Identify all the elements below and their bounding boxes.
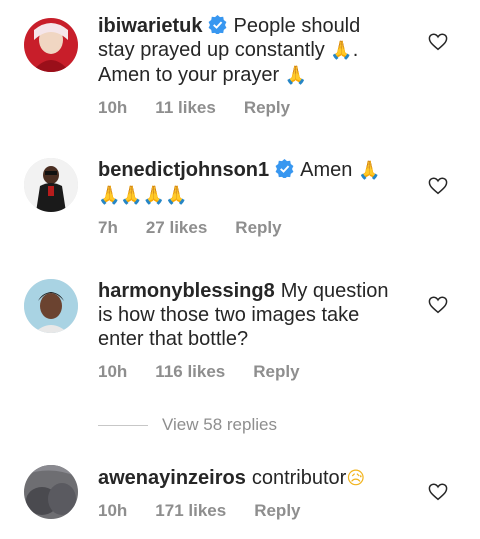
comment-meta: 10h 11 likes Reply bbox=[98, 98, 318, 118]
pray-emoji: 🙏 bbox=[330, 40, 353, 61]
avatar[interactable] bbox=[24, 465, 78, 519]
view-replies-label: View 58 replies bbox=[162, 415, 277, 434]
comment-meta: 10h 171 likes Reply bbox=[98, 501, 329, 521]
heart-outline-icon[interactable] bbox=[428, 483, 448, 501]
verified-badge-icon bbox=[275, 159, 294, 179]
pray-emoji: 🙏 bbox=[284, 65, 308, 86]
timestamp: 10h bbox=[98, 98, 128, 117]
replies-divider bbox=[98, 424, 148, 426]
reply-button[interactable]: Reply bbox=[244, 98, 290, 118]
reply-button[interactable]: Reply bbox=[254, 501, 300, 521]
avatar[interactable] bbox=[24, 18, 78, 72]
likes-count[interactable]: 11 likes bbox=[155, 98, 216, 118]
heart-outline-icon[interactable] bbox=[428, 177, 448, 195]
comment-body: ibiwarietuk People should stay prayed up … bbox=[98, 14, 398, 88]
reply-button[interactable]: Reply bbox=[235, 218, 281, 238]
username[interactable]: awenayinzeiros bbox=[98, 467, 246, 489]
heart-outline-icon[interactable] bbox=[428, 296, 448, 314]
likes-count[interactable]: 171 likes bbox=[155, 501, 226, 521]
timestamp: 10h bbox=[98, 501, 128, 520]
verified-badge-icon bbox=[208, 15, 227, 35]
comment-meta: 7h 27 likes Reply bbox=[98, 218, 310, 238]
reply-button[interactable]: Reply bbox=[253, 362, 299, 382]
heart-outline-icon[interactable] bbox=[428, 33, 448, 51]
avatar[interactable] bbox=[24, 158, 78, 212]
likes-count[interactable]: 116 likes bbox=[155, 362, 225, 382]
comment-text: contributor bbox=[251, 467, 347, 489]
comment-body: harmonyblessing8 My question is how those… bbox=[98, 279, 398, 351]
comment-body: awenayinzeiros contributor😥 bbox=[98, 466, 398, 491]
username[interactable]: ibiwarietuk bbox=[98, 15, 202, 37]
comment-body: benedictjohnson1 Amen 🙏🙏🙏🙏🙏 bbox=[98, 158, 398, 208]
comment-text: Amen bbox=[300, 159, 358, 181]
comment-meta: 10h 116 likes Reply bbox=[98, 362, 328, 382]
sad-face-emoji: 😥 bbox=[346, 468, 366, 489]
username[interactable]: harmonyblessing8 bbox=[98, 280, 275, 302]
timestamp: 10h bbox=[98, 362, 128, 381]
likes-count[interactable]: 27 likes bbox=[146, 218, 207, 238]
view-replies-button[interactable]: View 58 replies bbox=[98, 414, 277, 436]
username[interactable]: benedictjohnson1 bbox=[98, 159, 269, 181]
timestamp: 7h bbox=[98, 218, 118, 237]
avatar[interactable] bbox=[24, 279, 78, 333]
